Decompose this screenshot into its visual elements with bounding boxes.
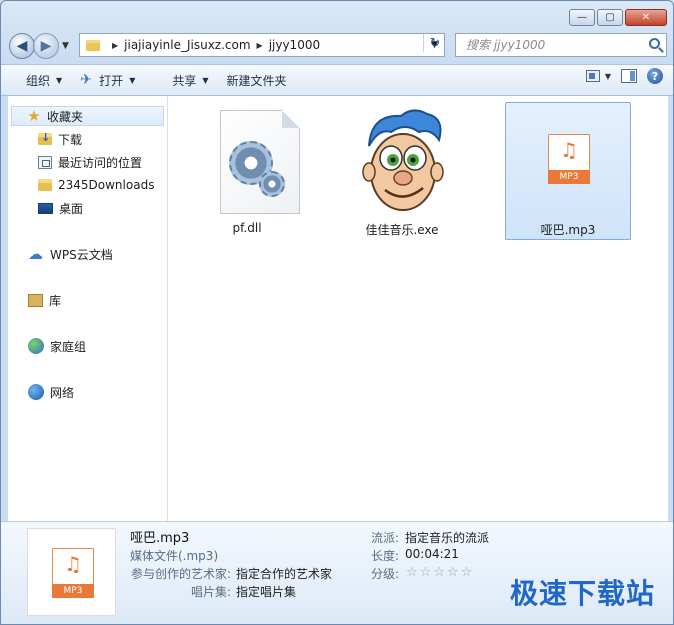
navigation-pane: ★ 收藏夹 下载 最近访问的位置 2345Downloads 桌面 ☁ WPS云… bbox=[8, 96, 168, 521]
share-button[interactable]: 共享 ▼ bbox=[147, 68, 220, 92]
details-pane: ♫ MP3 哑巴.mp3 媒体文件(.mp3) 参与创作的艺术家: 指定合作的艺… bbox=[1, 521, 673, 624]
open-with-icon: ✈ bbox=[80, 72, 92, 88]
file-name: pf.dll bbox=[232, 221, 262, 235]
chevron-right-icon[interactable]: ▶ bbox=[112, 41, 118, 50]
details-genre-value[interactable]: 指定音乐的流派 bbox=[405, 529, 489, 546]
breadcrumb-segment[interactable]: jjyy1000 bbox=[269, 38, 320, 52]
sidebar-item-network[interactable]: 网络 bbox=[28, 382, 74, 402]
sidebar-item-label: 网络 bbox=[50, 385, 75, 400]
explorer-window: — ▢ ✕ ◀ ▶ ▼ ▶ jiajiayinle_Jisuxz.com ▶ j… bbox=[0, 0, 674, 625]
chevron-down-icon: ▼ bbox=[202, 75, 209, 85]
dll-gear-icon bbox=[220, 110, 300, 214]
close-button[interactable]: ✕ bbox=[625, 9, 667, 26]
sidebar-item-label: 2345Downloads bbox=[58, 178, 155, 192]
command-bar: 组织 ▼ ✈ 打开 ▼ 共享 ▼ 新建文件夹 ▼ ? bbox=[1, 64, 673, 96]
recent-places-icon bbox=[38, 155, 52, 169]
new-folder-button[interactable]: 新建文件夹 bbox=[221, 68, 299, 92]
rating-stars[interactable]: ☆ ☆ ☆ ☆ ☆ bbox=[406, 565, 472, 580]
folder-icon bbox=[38, 179, 52, 191]
forward-arrow-icon: ▶ bbox=[40, 38, 52, 54]
library-icon bbox=[28, 293, 43, 307]
refresh-button[interactable]: ↻ bbox=[423, 34, 446, 52]
search-input[interactable] bbox=[464, 37, 638, 53]
sidebar-item-label: 库 bbox=[49, 293, 62, 308]
network-icon bbox=[28, 384, 44, 400]
star-icon[interactable]: ☆ bbox=[406, 565, 418, 580]
chevron-right-icon[interactable]: ▶ bbox=[257, 41, 263, 50]
sidebar-item-2345downloads[interactable]: 2345Downloads bbox=[38, 175, 154, 195]
sidebar-item-desktop[interactable]: 桌面 bbox=[38, 198, 83, 218]
chevron-down-icon[interactable]: ▼ bbox=[605, 72, 611, 81]
file-item-selected[interactable]: ♫ MP3 哑巴.mp3 bbox=[505, 102, 631, 240]
file-name: 佳佳音乐.exe bbox=[365, 223, 439, 237]
sidebar-item-favorites[interactable]: ★ 收藏夹 bbox=[11, 106, 164, 126]
sidebar-item-recent-places[interactable]: 最近访问的位置 bbox=[38, 152, 142, 172]
view-controls: ▼ ? bbox=[585, 68, 663, 84]
organize-button[interactable]: 组织 ▼ bbox=[1, 68, 74, 92]
desktop-icon bbox=[38, 202, 53, 214]
organize-label: 组织 bbox=[26, 73, 51, 88]
change-view-icon[interactable] bbox=[585, 70, 600, 82]
sidebar-item-homegroup[interactable]: 家庭组 bbox=[28, 336, 86, 356]
details-genre-label: 流派: bbox=[370, 531, 399, 545]
details-album-value[interactable]: 指定唱片集 bbox=[236, 583, 296, 600]
chevron-down-icon: ▼ bbox=[56, 75, 63, 85]
file-item[interactable]: pf.dll bbox=[184, 102, 310, 240]
folder-icon bbox=[86, 39, 100, 51]
mp3-file-icon: ♫ MP3 bbox=[52, 548, 94, 598]
file-name: 哑巴.mp3 bbox=[540, 223, 596, 237]
details-file-type: 媒体文件(.mp3) bbox=[130, 549, 219, 563]
forward-button[interactable]: ▶ bbox=[33, 33, 59, 59]
open-button[interactable]: ✈ 打开 ▼ bbox=[80, 68, 147, 92]
sidebar-item-libraries[interactable]: 库 bbox=[28, 290, 61, 310]
minimize-button[interactable]: — bbox=[569, 9, 595, 26]
sidebar-item-label: 下载 bbox=[58, 132, 83, 147]
refresh-icon: ↻ bbox=[429, 35, 441, 51]
sidebar-item-label: WPS云文档 bbox=[50, 247, 113, 262]
sidebar-item-label: 收藏夹 bbox=[47, 109, 84, 124]
star-icon[interactable]: ☆ bbox=[461, 565, 473, 580]
star-icon[interactable]: ☆ bbox=[447, 565, 459, 580]
file-item[interactable]: 佳佳音乐.exe bbox=[339, 102, 465, 240]
sidebar-item-wps-cloud[interactable]: ☁ WPS云文档 bbox=[28, 244, 113, 264]
sidebar-item-downloads[interactable]: 下载 bbox=[38, 129, 82, 149]
cloud-icon: ☁ bbox=[28, 245, 43, 263]
details-artist-label: 参与创作的艺术家: bbox=[130, 567, 231, 581]
details-length-label: 长度: bbox=[370, 549, 399, 563]
search-box[interactable] bbox=[455, 33, 667, 57]
star-icon: ★ bbox=[27, 107, 41, 125]
details-file-name: 哑巴.mp3 bbox=[130, 531, 190, 546]
sidebar-item-label: 最近访问的位置 bbox=[58, 155, 143, 170]
star-icon[interactable]: ☆ bbox=[420, 565, 432, 580]
details-length-value: 00:04:21 bbox=[405, 547, 459, 561]
share-label: 共享 bbox=[172, 73, 197, 88]
file-list: pf.dll 佳佳音乐.exe ♫ MP3 哑巴.mp3 bbox=[168, 96, 668, 521]
breadcrumb-segment[interactable]: jiajiayinle_Jisuxz.com bbox=[124, 38, 250, 52]
details-artist-value[interactable]: 指定合作的艺术家 bbox=[236, 565, 332, 582]
new-folder-label: 新建文件夹 bbox=[226, 73, 287, 88]
caption-buttons: — ▢ ✕ bbox=[569, 9, 667, 26]
open-label: 打开 bbox=[99, 73, 124, 88]
help-icon[interactable]: ? bbox=[647, 68, 663, 84]
search-icon[interactable] bbox=[649, 38, 660, 49]
watermark-logo: 极速下载站 bbox=[509, 577, 655, 610]
downloads-folder-icon bbox=[38, 131, 52, 145]
homegroup-icon bbox=[28, 338, 44, 354]
star-icon[interactable]: ☆ bbox=[433, 565, 445, 580]
cartoon-face-icon bbox=[362, 109, 444, 211]
chevron-down-icon: ▼ bbox=[129, 75, 136, 85]
sidebar-item-label: 家庭组 bbox=[50, 339, 87, 354]
preview-pane-icon[interactable] bbox=[621, 69, 637, 83]
recent-pages-dropdown[interactable]: ▼ bbox=[62, 41, 69, 51]
details-rating-label: 分级: bbox=[370, 567, 399, 581]
back-arrow-icon: ◀ bbox=[16, 38, 28, 54]
back-button[interactable]: ◀ bbox=[9, 33, 35, 59]
address-bar[interactable]: ▶ jiajiayinle_Jisuxz.com ▶ jjyy1000 ▼ bbox=[79, 33, 445, 57]
mp3-file-icon: ♫ MP3 bbox=[548, 134, 590, 184]
details-album-label: 唱片集: bbox=[190, 585, 231, 599]
sidebar-item-label: 桌面 bbox=[59, 201, 84, 216]
file-thumbnail: ♫ MP3 bbox=[27, 528, 116, 616]
maximize-button[interactable]: ▢ bbox=[597, 9, 623, 26]
navigation-buttons: ◀ ▶ ▼ bbox=[9, 33, 69, 59]
